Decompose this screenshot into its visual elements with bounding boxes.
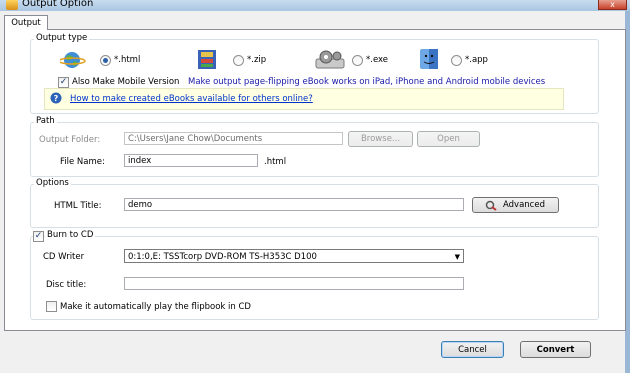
open-button[interactable]: Open xyxy=(417,131,480,147)
cd-writer-label: CD Writer xyxy=(43,252,85,262)
disc-title-label: Disc title: xyxy=(46,280,87,290)
cancel-button[interactable]: Cancel xyxy=(441,341,504,358)
file-name-label: File Name: xyxy=(60,157,105,167)
advanced-settings-icon xyxy=(485,200,497,211)
output-folder-label: Output Folder: xyxy=(39,135,101,145)
radio-app[interactable] xyxy=(451,55,462,66)
gear-icon xyxy=(315,50,345,69)
radio-html-label: *.html xyxy=(114,55,141,65)
window-title: Output Option xyxy=(22,0,94,9)
globe-icon xyxy=(60,52,86,68)
autoplay-label: Make it automatically play the flipbook … xyxy=(60,302,251,312)
radio-app-label: *.app xyxy=(465,55,488,65)
path-label: Path xyxy=(34,116,57,126)
autoplay-checkbox[interactable] xyxy=(46,301,57,312)
mobile-version-description: Make output page-flipping eBook works on… xyxy=(188,77,546,87)
help-icon: ? xyxy=(50,92,62,104)
app-icon xyxy=(6,0,18,10)
html-title-input[interactable]: demo xyxy=(124,198,464,211)
output-folder-input[interactable]: C:\Users\Jane Chow\Documents xyxy=(124,132,343,145)
browse-button[interactable]: Browse... xyxy=(348,131,413,147)
path-group xyxy=(30,122,599,177)
radio-exe[interactable] xyxy=(352,55,363,66)
close-button[interactable]: x xyxy=(598,0,627,10)
radio-zip[interactable] xyxy=(233,55,244,66)
disc-title-input[interactable] xyxy=(124,277,464,290)
online-help-link[interactable]: How to make created eBooks available for… xyxy=(70,94,313,104)
file-extension: .html xyxy=(264,157,287,167)
radio-html[interactable] xyxy=(100,55,111,66)
output-type-label: Output type xyxy=(34,33,90,43)
file-name-input[interactable]: index xyxy=(124,154,258,167)
burn-to-cd-checkbox[interactable]: ✓ xyxy=(33,231,44,242)
chevron-down-icon: ▼ xyxy=(454,253,460,261)
convert-button[interactable]: Convert xyxy=(520,341,591,358)
title-bar: Output Option xyxy=(0,0,630,11)
radio-exe-label: *.exe xyxy=(366,55,389,65)
archive-icon xyxy=(198,50,216,69)
mobile-version-checkbox[interactable]: ✓ xyxy=(58,77,69,88)
mac-finder-icon xyxy=(420,49,438,69)
options-label: Options xyxy=(34,178,71,188)
html-title-label: HTML Title: xyxy=(54,201,102,211)
svg-text:?: ? xyxy=(54,94,59,103)
cd-writer-select[interactable]: 0:1:0,E: TSSTcorp DVD-ROM TS-H353C D100 … xyxy=(124,249,464,263)
cd-writer-value: 0:1:0,E: TSSTcorp DVD-ROM TS-H353C D100 xyxy=(128,252,317,262)
advanced-button-label: Advanced xyxy=(503,200,545,210)
tab-output[interactable]: Output xyxy=(4,15,48,30)
advanced-button[interactable]: Advanced xyxy=(472,197,559,213)
burn-to-cd-label: Burn to CD xyxy=(45,230,96,240)
radio-zip-label: *.zip xyxy=(247,55,267,65)
mobile-version-label: Also Make Mobile Version xyxy=(72,77,180,87)
